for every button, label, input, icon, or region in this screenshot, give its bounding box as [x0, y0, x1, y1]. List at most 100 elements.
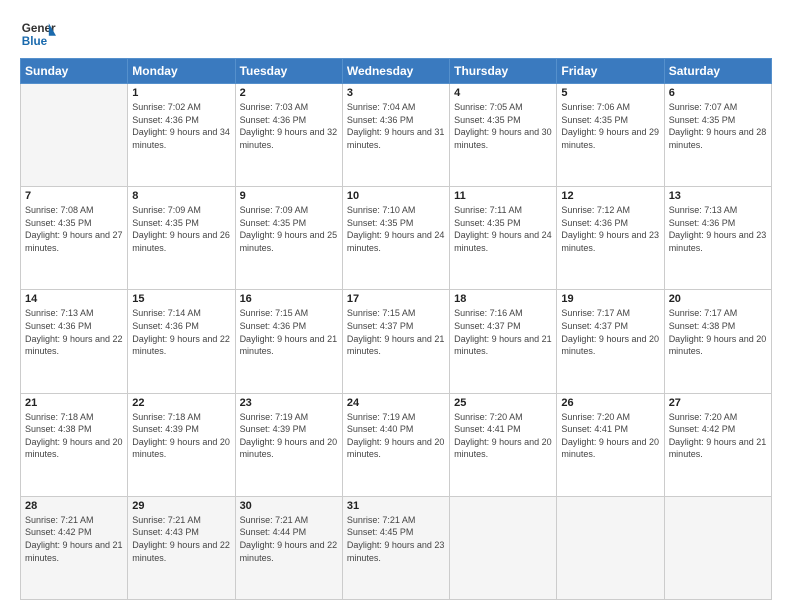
day-number: 1 [132, 87, 230, 99]
day-number: 30 [240, 500, 338, 512]
col-header-friday: Friday [557, 59, 664, 84]
calendar-cell: 18 Sunrise: 7:16 AMSunset: 4:37 PMDayligh… [450, 290, 557, 393]
day-info: Sunrise: 7:19 AMSunset: 4:40 PMDaylight:… [347, 411, 445, 461]
day-number: 13 [669, 190, 767, 202]
day-number: 5 [561, 87, 659, 99]
calendar-cell: 31 Sunrise: 7:21 AMSunset: 4:45 PMDayligh… [342, 496, 449, 599]
calendar-cell: 17Sunrise: 7:15 AMSunset: 4:37 PMDayligh… [342, 290, 449, 393]
calendar-cell [664, 496, 771, 599]
calendar-cell: 14 Sunrise: 7:13 AMSunset: 4:36 PMDayligh… [21, 290, 128, 393]
day-number: 4 [454, 87, 552, 99]
day-info: Sunrise: 7:07 AMSunset: 4:35 PMDaylight:… [669, 101, 767, 151]
calendar-header-row: SundayMondayTuesdayWednesdayThursdayFrid… [21, 59, 772, 84]
day-info: Sunrise: 7:21 AMSunset: 4:45 PMDaylight:… [347, 514, 445, 564]
calendar-cell: 11 Sunrise: 7:11 AMSunset: 4:35 PMDayligh… [450, 187, 557, 290]
day-info: Sunrise: 7:04 AMSunset: 4:36 PMDaylight:… [347, 101, 445, 151]
calendar-cell: 15Sunrise: 7:14 AMSunset: 4:36 PMDayligh… [128, 290, 235, 393]
day-number: 18 [454, 293, 552, 305]
calendar-cell: 9 Sunrise: 7:09 AMSunset: 4:35 PMDaylight… [235, 187, 342, 290]
svg-text:Blue: Blue [22, 35, 48, 48]
calendar-cell: 5 Sunrise: 7:06 AMSunset: 4:35 PMDaylight… [557, 84, 664, 187]
calendar-cell: 23 Sunrise: 7:19 AMSunset: 4:39 PMDayligh… [235, 393, 342, 496]
day-number: 9 [240, 190, 338, 202]
day-number: 22 [132, 397, 230, 409]
calendar-week-3: 21 Sunrise: 7:18 AMSunset: 4:38 PMDayligh… [21, 393, 772, 496]
calendar-cell: 3 Sunrise: 7:04 AMSunset: 4:36 PMDaylight… [342, 84, 449, 187]
calendar-cell [21, 84, 128, 187]
col-header-thursday: Thursday [450, 59, 557, 84]
calendar-cell: 6 Sunrise: 7:07 AMSunset: 4:35 PMDaylight… [664, 84, 771, 187]
calendar-cell: 29Sunrise: 7:21 AMSunset: 4:43 PMDayligh… [128, 496, 235, 599]
calendar-cell: 19 Sunrise: 7:17 AMSunset: 4:37 PMDayligh… [557, 290, 664, 393]
day-number: 21 [25, 397, 123, 409]
day-number: 26 [561, 397, 659, 409]
day-info: Sunrise: 7:08 AMSunset: 4:35 PMDaylight:… [25, 204, 123, 254]
day-info: Sunrise: 7:12 AMSunset: 4:36 PMDaylight:… [561, 204, 659, 254]
calendar-week-0: 1 Sunrise: 7:02 AMSunset: 4:36 PMDaylight… [21, 84, 772, 187]
day-info: Sunrise: 7:10 AMSunset: 4:35 PMDaylight:… [347, 204, 445, 254]
day-number: 19 [561, 293, 659, 305]
day-info: Sunrise: 7:03 AMSunset: 4:36 PMDaylight:… [240, 101, 338, 151]
calendar-cell: 25Sunrise: 7:20 AMSunset: 4:41 PMDayligh… [450, 393, 557, 496]
header: General Blue [20, 16, 772, 52]
day-info: Sunrise: 7:06 AMSunset: 4:35 PMDaylight:… [561, 101, 659, 151]
calendar-week-2: 14 Sunrise: 7:13 AMSunset: 4:36 PMDayligh… [21, 290, 772, 393]
calendar-table: SundayMondayTuesdayWednesdayThursdayFrid… [20, 58, 772, 600]
day-info: Sunrise: 7:16 AMSunset: 4:37 PMDaylight:… [454, 307, 552, 357]
day-number: 23 [240, 397, 338, 409]
calendar-cell: 22 Sunrise: 7:18 AMSunset: 4:39 PMDayligh… [128, 393, 235, 496]
calendar-cell: 27 Sunrise: 7:20 AMSunset: 4:42 PMDayligh… [664, 393, 771, 496]
day-info: Sunrise: 7:11 AMSunset: 4:35 PMDaylight:… [454, 204, 552, 254]
calendar-week-1: 7Sunrise: 7:08 AMSunset: 4:35 PMDaylight… [21, 187, 772, 290]
day-info: Sunrise: 7:20 AMSunset: 4:42 PMDaylight:… [669, 411, 767, 461]
calendar-cell: 30 Sunrise: 7:21 AMSunset: 4:44 PMDayligh… [235, 496, 342, 599]
day-info: Sunrise: 7:21 AMSunset: 4:44 PMDaylight:… [240, 514, 338, 564]
day-number: 3 [347, 87, 445, 99]
day-info: Sunrise: 7:13 AMSunset: 4:36 PMDaylight:… [669, 204, 767, 254]
day-info: Sunrise: 7:17 AMSunset: 4:37 PMDaylight:… [561, 307, 659, 357]
day-info: Sunrise: 7:13 AMSunset: 4:36 PMDaylight:… [25, 307, 123, 357]
day-info: Sunrise: 7:14 AMSunset: 4:36 PMDaylight:… [132, 307, 230, 357]
calendar-cell: 28Sunrise: 7:21 AMSunset: 4:42 PMDayligh… [21, 496, 128, 599]
calendar-cell: 12Sunrise: 7:12 AMSunset: 4:36 PMDayligh… [557, 187, 664, 290]
calendar-week-4: 28Sunrise: 7:21 AMSunset: 4:42 PMDayligh… [21, 496, 772, 599]
col-header-tuesday: Tuesday [235, 59, 342, 84]
col-header-wednesday: Wednesday [342, 59, 449, 84]
calendar-cell: 21 Sunrise: 7:18 AMSunset: 4:38 PMDayligh… [21, 393, 128, 496]
col-header-monday: Monday [128, 59, 235, 84]
calendar-cell: 4Sunrise: 7:05 AMSunset: 4:35 PMDaylight… [450, 84, 557, 187]
day-number: 16 [240, 293, 338, 305]
day-info: Sunrise: 7:15 AMSunset: 4:36 PMDaylight:… [240, 307, 338, 357]
day-info: Sunrise: 7:20 AMSunset: 4:41 PMDaylight:… [454, 411, 552, 461]
day-info: Sunrise: 7:21 AMSunset: 4:42 PMDaylight:… [25, 514, 123, 564]
day-info: Sunrise: 7:19 AMSunset: 4:39 PMDaylight:… [240, 411, 338, 461]
day-info: Sunrise: 7:18 AMSunset: 4:38 PMDaylight:… [25, 411, 123, 461]
calendar-cell: 8Sunrise: 7:09 AMSunset: 4:35 PMDaylight… [128, 187, 235, 290]
day-info: Sunrise: 7:18 AMSunset: 4:39 PMDaylight:… [132, 411, 230, 461]
day-number: 6 [669, 87, 767, 99]
logo-icon: General Blue [20, 16, 56, 52]
calendar-cell: 20 Sunrise: 7:17 AMSunset: 4:38 PMDayligh… [664, 290, 771, 393]
calendar-cell: 7Sunrise: 7:08 AMSunset: 4:35 PMDaylight… [21, 187, 128, 290]
day-number: 11 [454, 190, 552, 202]
day-info: Sunrise: 7:09 AMSunset: 4:35 PMDaylight:… [132, 204, 230, 254]
calendar-cell: 13 Sunrise: 7:13 AMSunset: 4:36 PMDayligh… [664, 187, 771, 290]
col-header-saturday: Saturday [664, 59, 771, 84]
col-header-sunday: Sunday [21, 59, 128, 84]
calendar-cell: 26 Sunrise: 7:20 AMSunset: 4:41 PMDayligh… [557, 393, 664, 496]
calendar-cell: 10 Sunrise: 7:10 AMSunset: 4:35 PMDayligh… [342, 187, 449, 290]
day-info: Sunrise: 7:09 AMSunset: 4:35 PMDaylight:… [240, 204, 338, 254]
day-number: 24 [347, 397, 445, 409]
day-number: 14 [25, 293, 123, 305]
day-number: 31 [347, 500, 445, 512]
day-number: 17 [347, 293, 445, 305]
day-info: Sunrise: 7:17 AMSunset: 4:38 PMDaylight:… [669, 307, 767, 357]
day-number: 10 [347, 190, 445, 202]
day-number: 29 [132, 500, 230, 512]
day-number: 27 [669, 397, 767, 409]
day-info: Sunrise: 7:20 AMSunset: 4:41 PMDaylight:… [561, 411, 659, 461]
day-number: 20 [669, 293, 767, 305]
logo: General Blue [20, 16, 60, 52]
day-info: Sunrise: 7:02 AMSunset: 4:36 PMDaylight:… [132, 101, 230, 151]
day-number: 2 [240, 87, 338, 99]
